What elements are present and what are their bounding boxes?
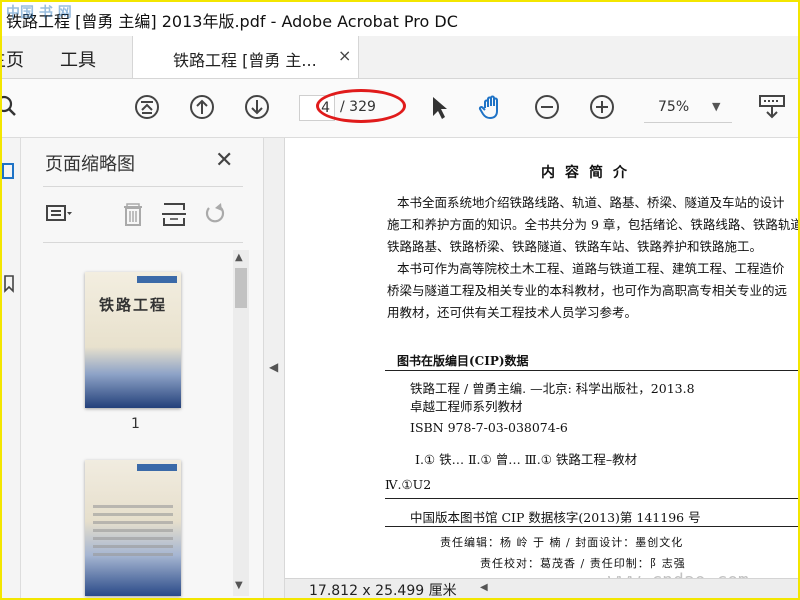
page-number-label: 1 — [131, 416, 140, 432]
rule — [385, 498, 798, 499]
tab-document[interactable]: 铁路工程 [曾勇 主... × — [132, 36, 359, 78]
window-title: 铁路工程 [曾勇 主编] 2013年版.pdf - Adobe Acrobat … — [6, 12, 458, 31]
panel-splitter[interactable]: ◀ — [264, 138, 285, 598]
zoom-out-icon[interactable] — [533, 93, 561, 121]
page-thumbnail-1[interactable]: 铁路工程 — [85, 272, 181, 408]
tab-bar: 主页 工具 铁路工程 [曾勇 主... × — [0, 36, 798, 79]
rule — [385, 370, 798, 371]
thumbnail-scrollbar[interactable]: ▲ ▼ — [233, 250, 249, 596]
status-bar: 17.812 x 25.499 厘米 ◀ — [285, 578, 798, 599]
paragraph-line: 施工和养护方面的知识。全书共分为 9 章，包括绪论、铁路线路、铁路轨道 — [387, 217, 798, 232]
credit-line: 责任校对：葛茂香 / 责任印制：阝志强 — [480, 557, 686, 570]
paragraph-line: 本书全面系统地介绍铁路线路、轨道、路基、桥梁、隧道及车站的设计 — [397, 195, 785, 210]
paragraph-line: 用教材，还可供有关工程技术人员学习参考。 — [387, 305, 638, 320]
tab-home[interactable]: 主页 — [0, 46, 24, 72]
paragraph-line: 铁路路基、铁路桥梁、铁路隧道、铁路车站、铁路养护和铁路施工。 — [387, 239, 763, 254]
cover-band — [137, 276, 177, 283]
paragraph-line: 桥梁与隧道工程及相关专业的本科教材，也可作为高职高专相关专业的远 — [387, 283, 788, 298]
scroll-up-icon[interactable]: ▲ — [235, 252, 243, 263]
chevron-down-icon: ▼ — [712, 100, 721, 113]
cip-line: ISBN 978-7-03-038074-6 — [410, 420, 568, 435]
cip-line: 卓越工程师系列教材 — [410, 399, 523, 414]
toolbar: 4 / 329 75% ▼ — [0, 79, 798, 138]
thumbnail-text-lines — [85, 460, 181, 556]
zoom-value: 75% — [658, 99, 690, 115]
paragraph-line: 本书可作为高等院校土木工程、道路与铁道工程、建筑工程、工程造价 — [397, 261, 785, 276]
document-tab-label: 铁路工程 [曾勇 主... — [173, 51, 317, 70]
cip-line: 铁路工程 / 曾勇主编. —北京: 科学出版社，2013.8 — [410, 381, 695, 396]
tab-tools[interactable]: 工具 — [60, 46, 96, 72]
cover-title: 铁路工程 — [99, 296, 168, 314]
page-thumbnails-icon[interactable] — [2, 162, 16, 182]
rule — [385, 526, 798, 527]
panel-close-button[interactable]: ✕ — [215, 148, 233, 173]
panel-title: 页面缩略图 — [45, 154, 135, 175]
cip-number: 中国版本图书馆 CIP 数据核字(2013)第 141196 号 — [410, 510, 701, 525]
credit-line: 责任编辑：杨 岭 于 楠 / 封面设计：墨创文化 — [440, 536, 684, 549]
zoom-in-icon[interactable] — [588, 93, 616, 121]
page-heading: 内容简介 — [541, 165, 637, 181]
zoom-select[interactable]: 75% ▼ — [644, 94, 732, 123]
prev-page-icon[interactable] — [188, 93, 216, 121]
select-arrow-icon[interactable] — [425, 93, 453, 121]
collapse-panel-icon[interactable]: ◀ — [269, 360, 278, 374]
cip-heading: 图书在版编目(CIP)数据 — [397, 354, 529, 368]
extract-pages-icon[interactable] — [160, 200, 188, 228]
options-menu-icon[interactable] — [45, 200, 73, 228]
bookmark-icon[interactable] — [2, 274, 16, 294]
document-view[interactable]: 内容简介 本书全面系统地介绍铁路线路、轨道、路基、桥梁、隧道及车站的设计 施工和… — [285, 138, 798, 578]
top-watermark: 中国 书 网 — [6, 5, 72, 21]
navigation-strip — [2, 138, 21, 598]
scroll-left-icon[interactable]: ◀ — [480, 582, 488, 593]
divider — [43, 186, 243, 187]
page-thumbnail-2[interactable] — [85, 460, 181, 596]
title-bar: 铁路工程 [曾勇 主编] 2013年版.pdf - Adobe Acrobat … — [2, 2, 798, 36]
cover-band — [137, 464, 177, 471]
thumbnail-panel: 页面缩略图 ✕ 铁路工程 1 ▲ ▼ — [21, 138, 264, 598]
scroll-down-icon[interactable]: ▼ — [235, 580, 243, 591]
search-icon[interactable] — [0, 93, 24, 121]
hand-tool-icon[interactable] — [478, 93, 506, 121]
close-tab-button[interactable]: × — [338, 46, 351, 65]
divider — [43, 242, 243, 243]
cip-line: Ⅰ.① 铁… Ⅱ.① 曾… Ⅲ.① 铁路工程–教材 — [415, 452, 638, 467]
cip-line: Ⅳ.①U2 — [385, 477, 432, 492]
annotation-ellipse — [316, 89, 406, 123]
delete-icon[interactable] — [119, 200, 147, 228]
first-page-icon[interactable] — [133, 93, 161, 121]
keyboard-icon[interactable] — [758, 93, 786, 121]
page-dimensions: 17.812 x 25.499 厘米 — [309, 583, 457, 599]
rotate-icon[interactable] — [201, 200, 229, 228]
next-page-icon[interactable] — [243, 93, 271, 121]
scroll-thumb[interactable] — [235, 268, 247, 308]
